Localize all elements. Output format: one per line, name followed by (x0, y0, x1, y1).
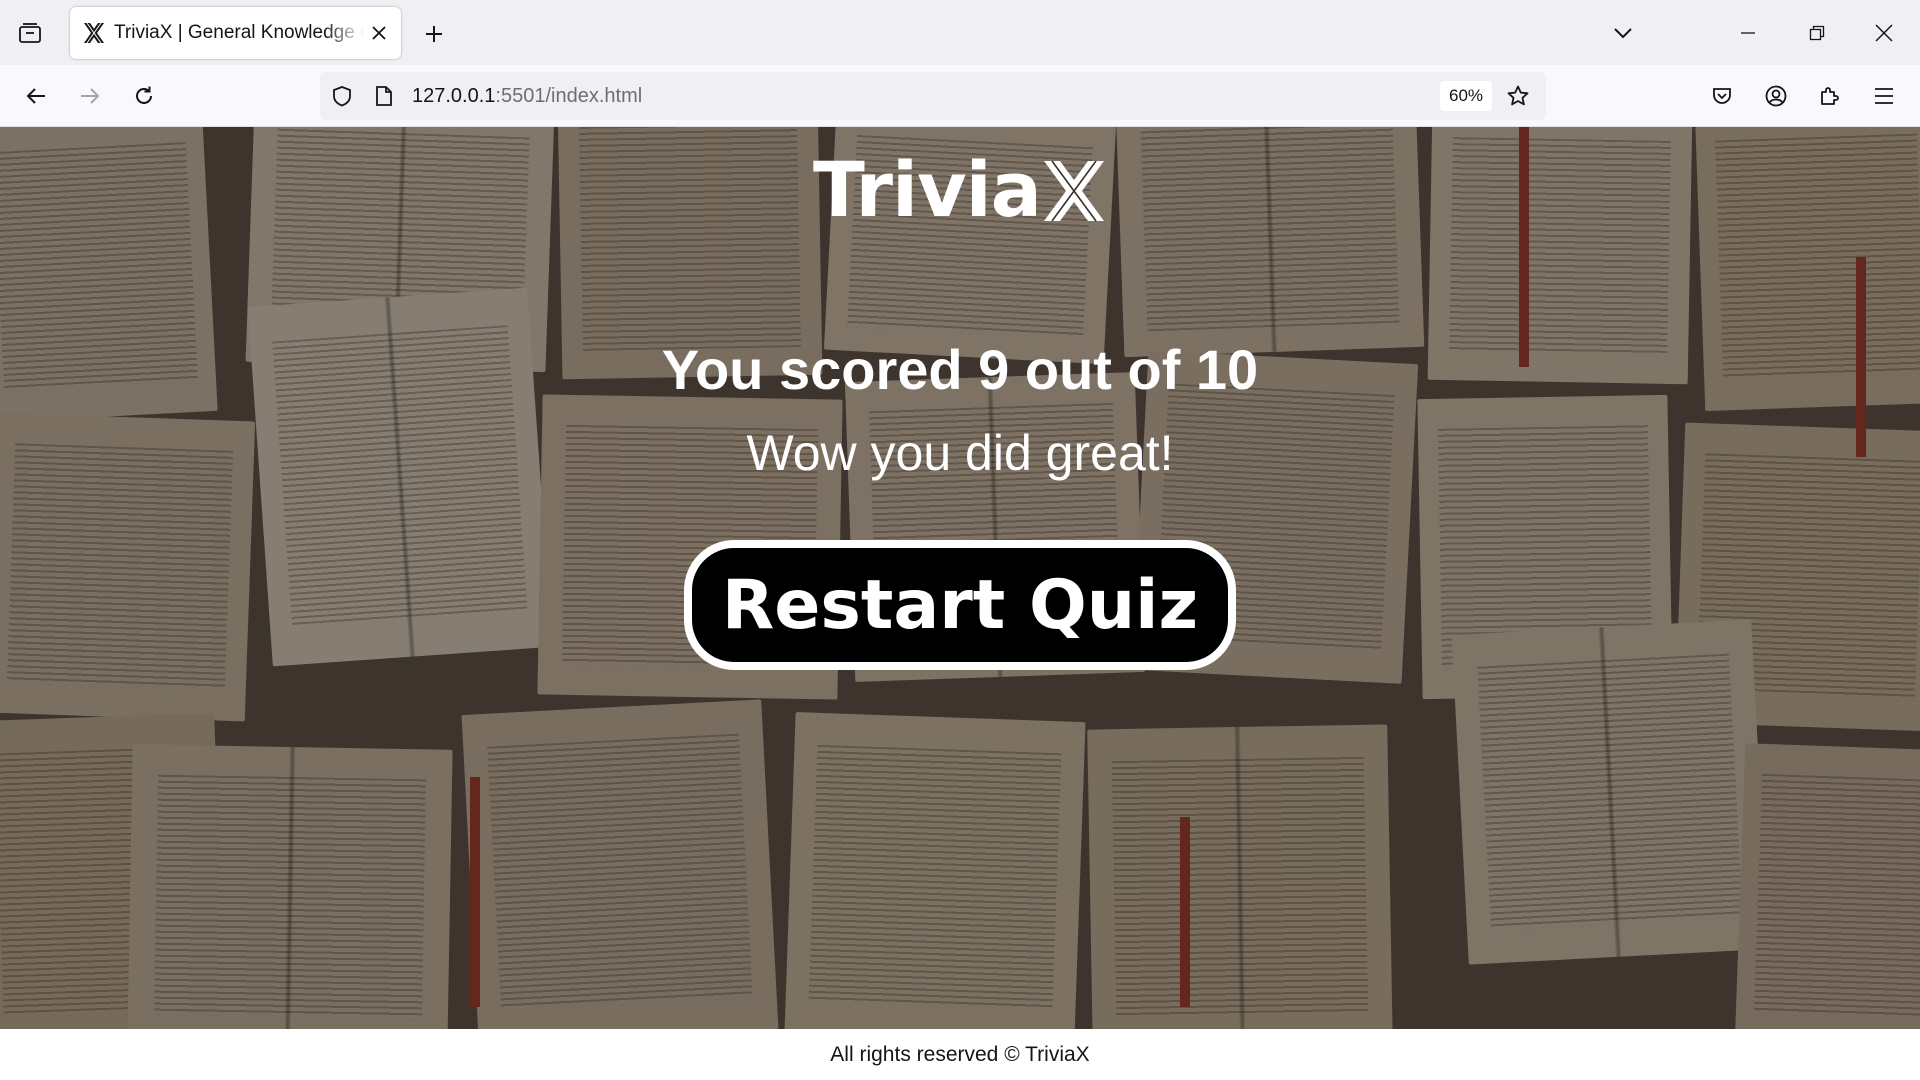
puzzle-icon (1821, 87, 1839, 105)
tab-list-button[interactable] (13, 18, 47, 48)
back-button[interactable] (18, 78, 54, 114)
result-message: Wow you did great! (746, 425, 1174, 481)
account-icon (1765, 85, 1787, 107)
minimize-button[interactable] (1726, 14, 1770, 52)
triviax-x-logo-icon (84, 22, 104, 44)
account-button[interactable] (1758, 78, 1794, 114)
hamburger-icon (1875, 88, 1893, 104)
reload-button[interactable] (126, 78, 162, 114)
navigation-toolbar: 127.0.0.1:5501/index.html 60% (0, 65, 1920, 127)
page-footer: All rights reserved © TriviaX (0, 1029, 1920, 1080)
score-heading: You scored 9 out of 10 (661, 338, 1259, 401)
pocket-button[interactable] (1704, 78, 1740, 114)
address-bar[interactable]: 127.0.0.1:5501/index.html 60% (320, 72, 1546, 120)
app-menu-button[interactable] (1866, 78, 1902, 114)
star-icon (1507, 85, 1529, 106)
logo-x-mark (1043, 160, 1104, 222)
url-path: :5501/index.html (495, 85, 643, 107)
site-info-button[interactable] (372, 84, 396, 108)
close-window-button[interactable] (1862, 14, 1906, 52)
restart-quiz-button[interactable]: Restart Quiz (684, 540, 1236, 670)
tab-close-button[interactable] (367, 21, 391, 45)
minimize-icon (1741, 32, 1755, 34)
arrow-left-icon (26, 88, 45, 104)
tab-list-icon (19, 23, 41, 43)
pocket-icon (1713, 88, 1731, 104)
page-viewport: Trivia You scored 9 out of 10 Wow you di… (0, 127, 1920, 1029)
page-icon (376, 86, 392, 106)
zoom-indicator[interactable]: 60% (1440, 81, 1493, 111)
footer-copyright: All rights reserved © TriviaX (830, 1042, 1090, 1066)
url-host: 127.0.0.1 (412, 85, 496, 107)
extensions-button[interactable] (1812, 78, 1848, 114)
tab-bar: TriviaX | General Knowledge Quiz (0, 0, 1920, 65)
tracking-protection-button[interactable] (330, 84, 354, 108)
url-text[interactable]: 127.0.0.1:5501/index.html (412, 85, 642, 108)
restore-button[interactable] (1795, 14, 1839, 52)
shield-icon (333, 86, 351, 107)
close-icon (372, 26, 386, 40)
site-logo: Trivia (0, 145, 1920, 234)
list-all-tabs-button[interactable] (1606, 18, 1640, 48)
restore-icon (1809, 25, 1825, 41)
chevron-down-icon (1614, 28, 1632, 39)
tab-title: TriviaX | General Knowledge Quiz (114, 22, 364, 43)
new-tab-button[interactable] (418, 18, 450, 50)
logo-text: Trivia (813, 145, 1042, 234)
active-tab[interactable]: TriviaX | General Knowledge Quiz (70, 7, 401, 59)
forward-button[interactable] (72, 78, 108, 114)
bookmark-button[interactable] (1504, 82, 1532, 110)
arrow-right-icon (81, 88, 100, 104)
reload-icon (136, 86, 152, 104)
plus-icon (426, 26, 442, 42)
close-icon (1875, 24, 1893, 42)
